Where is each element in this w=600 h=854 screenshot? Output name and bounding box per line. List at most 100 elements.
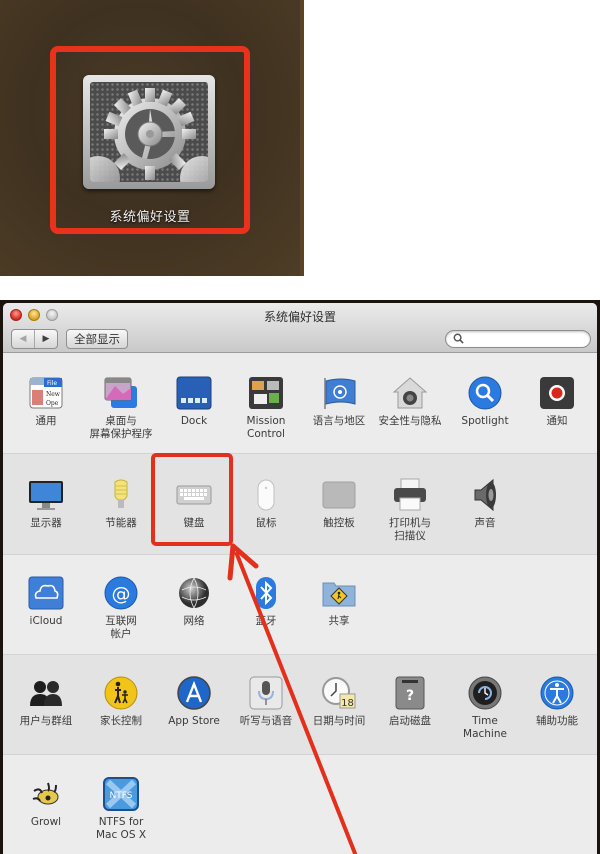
- pane-spotlight[interactable]: Spotlight: [449, 376, 521, 428]
- startup-disk-icon: ?: [392, 676, 428, 710]
- sharing-folder-icon: [321, 576, 357, 610]
- pane-icloud[interactable]: iCloud: [10, 576, 82, 628]
- pane-label: 家长控制: [100, 715, 142, 727]
- pane-accessibility[interactable]: 辅助功能: [521, 676, 593, 728]
- search-icon: [453, 333, 464, 344]
- pane-label: Spotlight: [461, 415, 509, 427]
- pane-label: NTFS for Mac OS X: [95, 816, 147, 841]
- clock-calendar-icon: 18: [321, 676, 357, 710]
- pane-label: 蓝牙: [255, 615, 277, 627]
- app-store-icon: [176, 676, 212, 710]
- pane-date-time[interactable]: 18 日期与时间: [303, 676, 375, 728]
- show-all-button[interactable]: 全部显示: [66, 329, 128, 349]
- pane-dictation-speech[interactable]: 听写与语音: [230, 676, 302, 728]
- pane-printers-scanners[interactable]: 打印机与 扫描仪: [374, 478, 446, 542]
- pane-sharing[interactable]: 共享: [303, 576, 375, 628]
- icloud-icon: [28, 576, 64, 610]
- svg-text:?: ?: [406, 688, 414, 704]
- speaker-icon: [467, 478, 503, 512]
- pane-label: 网络: [183, 615, 205, 627]
- pane-mouse[interactable]: 鼠标: [230, 478, 302, 530]
- pane-startup-disk[interactable]: ? 启动磁盘: [374, 676, 446, 728]
- pane-bluetooth[interactable]: 蓝牙: [230, 576, 302, 628]
- pane-growl[interactable]: Growl: [10, 777, 82, 829]
- pane-row-personal: File New Ope 通用 桌面与 屏幕保护程序 Dock Mission …: [3, 354, 597, 454]
- pane-label: 声音: [474, 517, 496, 529]
- pane-label: 显示器: [30, 517, 62, 529]
- pane-language-region[interactable]: 语言与地区: [303, 376, 375, 428]
- pane-network[interactable]: 网络: [158, 576, 230, 628]
- at-sign-icon: @: [103, 576, 139, 610]
- pane-label: 节能器: [105, 517, 137, 529]
- pane-label: 共享: [328, 615, 350, 627]
- printer-icon: [392, 478, 428, 512]
- pane-label: 启动磁盘: [389, 715, 431, 727]
- energy-saver-bulb-icon: [103, 478, 139, 512]
- pane-label: Dock: [180, 415, 208, 427]
- mouse-icon: [248, 478, 284, 512]
- pane-trackpad[interactable]: 触控板: [303, 478, 375, 530]
- desktop-screensaver-icon: [103, 376, 139, 410]
- network-globe-icon: [176, 576, 212, 610]
- pane-mission-control[interactable]: Mission Control: [230, 376, 302, 440]
- search-field[interactable]: [445, 330, 591, 348]
- pane-energy-saver[interactable]: 节能器: [85, 478, 157, 530]
- pane-label: 通知: [546, 415, 568, 427]
- calendar-day-text: 18: [341, 698, 354, 709]
- general-icon: File New Ope: [28, 376, 64, 410]
- back-button[interactable]: ◀: [12, 330, 35, 348]
- pane-label: App Store: [168, 715, 220, 727]
- pane-row-internet: iCloud @ 互联网 帐户 网络 蓝牙 共享: [3, 555, 597, 655]
- pane-label: Growl: [30, 816, 62, 828]
- accessibility-icon: [539, 676, 575, 710]
- ntfs-icon-text: NTFS: [110, 791, 133, 801]
- microphone-icon: [248, 676, 284, 710]
- notifications-icon: [539, 376, 575, 410]
- pane-general[interactable]: File New Ope 通用: [10, 376, 82, 428]
- spotlight-magnifier-icon: [467, 376, 503, 410]
- pane-ntfs[interactable]: NTFS NTFS for Mac OS X: [85, 777, 157, 841]
- window-title: 系统偏好设置: [263, 310, 336, 324]
- svg-text:File: File: [47, 380, 57, 387]
- pane-label: 用户与群组: [19, 715, 73, 727]
- security-privacy-house-icon: [392, 376, 428, 410]
- pane-users-groups[interactable]: 用户与群组: [10, 676, 82, 728]
- language-region-flag-icon: [321, 376, 357, 410]
- growl-paw-icon: [28, 777, 64, 811]
- pane-notifications[interactable]: 通知: [521, 376, 593, 428]
- pane-label: 辅助功能: [536, 715, 578, 727]
- pane-app-store[interactable]: App Store: [158, 676, 230, 728]
- pane-internet-accounts[interactable]: @ 互联网 帐户: [85, 576, 157, 640]
- pane-desktop-screensaver[interactable]: 桌面与 屏幕保护程序: [85, 376, 157, 440]
- pane-dock[interactable]: Dock: [158, 376, 230, 428]
- back-forward-control: ◀ ▶: [11, 329, 58, 349]
- bluetooth-icon: [248, 576, 284, 610]
- ntfs-icon: NTFS: [103, 777, 139, 811]
- pane-label: 打印机与 扫描仪: [389, 517, 431, 542]
- pane-row-other: Growl NTFS NTFS for Mac OS X: [3, 755, 597, 854]
- pane-label: Mission Control: [246, 415, 286, 440]
- pane-label: Time Machine: [463, 715, 507, 740]
- pane-label: 桌面与 屏幕保护程序: [89, 415, 153, 440]
- pane-label: 语言与地区: [312, 415, 366, 427]
- tutorial-screenshot: 系统偏好设置 系统偏好设置 ◀ ▶ 全部显示 File New Ope 通用 桌…: [0, 0, 600, 854]
- svg-text:@: @: [112, 583, 131, 605]
- users-groups-icon: [28, 676, 64, 710]
- pane-displays[interactable]: 显示器: [10, 478, 82, 530]
- pane-parental-controls[interactable]: 家长控制: [85, 676, 157, 728]
- pane-label: 安全性与隐私: [378, 415, 442, 427]
- pane-label: 日期与时间: [312, 715, 366, 727]
- trackpad-icon: [321, 478, 357, 512]
- window-titlebar: 系统偏好设置 ◀ ▶ 全部显示: [3, 303, 597, 353]
- pane-row-hardware: 显示器 节能器 键盘 鼠标 触控板 打印机与 扫描仪 声音: [3, 454, 597, 555]
- pane-time-machine[interactable]: Time Machine: [449, 676, 521, 740]
- pane-row-system: 用户与群组 家长控制 App Store 听写与语音 18 日期与时间 ? 启动…: [3, 655, 597, 755]
- pane-sound[interactable]: 声音: [449, 478, 521, 530]
- parental-controls-icon: [103, 676, 139, 710]
- pane-label: iCloud: [29, 615, 63, 627]
- pane-label: 互联网 帐户: [105, 615, 137, 640]
- pane-label: 听写与语音: [239, 715, 293, 727]
- forward-button[interactable]: ▶: [35, 330, 57, 348]
- pane-label: 鼠标: [255, 517, 277, 529]
- pane-security-privacy[interactable]: 安全性与隐私: [374, 376, 446, 428]
